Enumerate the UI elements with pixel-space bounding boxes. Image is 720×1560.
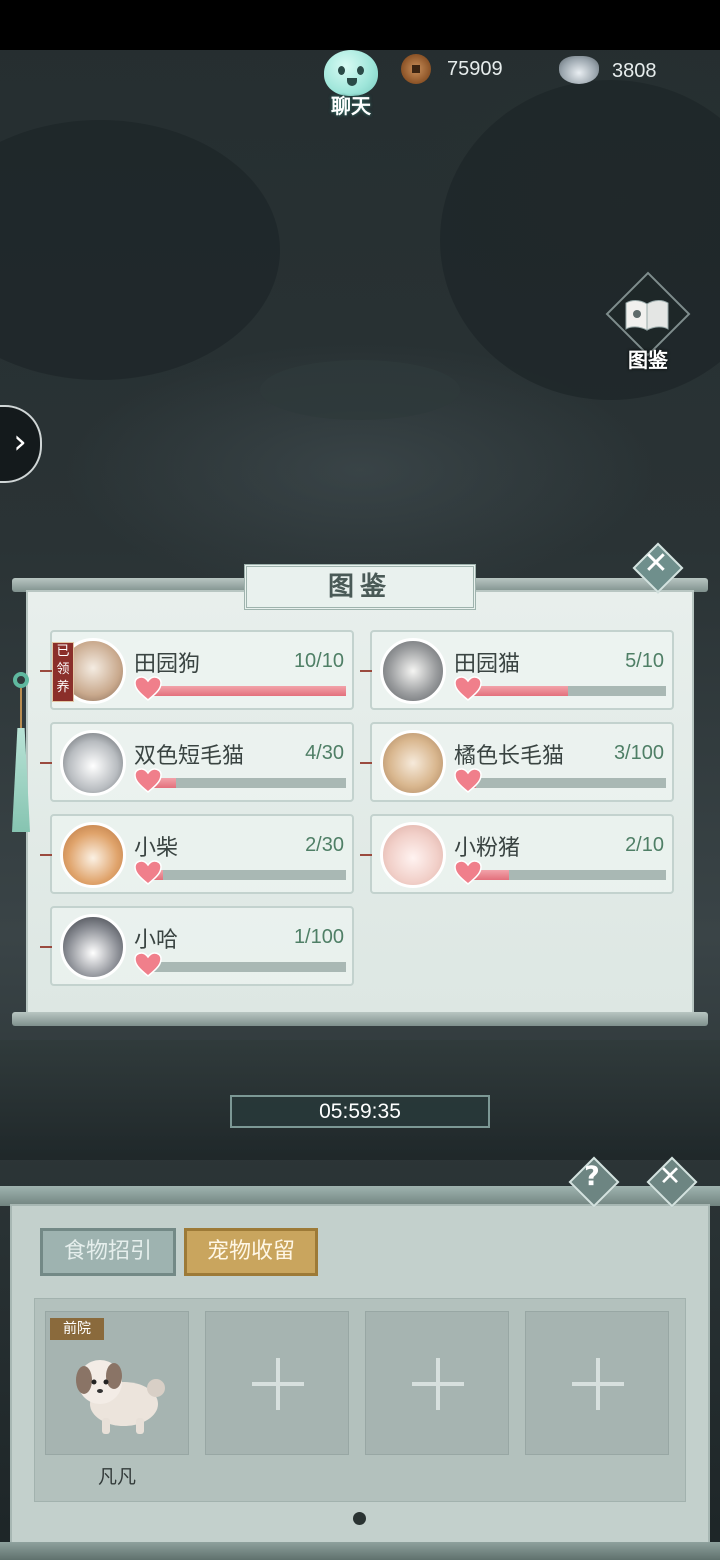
pet-count: 4/30 bbox=[305, 742, 344, 764]
empty-pet-slot[interactable] bbox=[525, 1311, 669, 1455]
bicolor-cat-avatar bbox=[60, 730, 126, 796]
pet-name: 双色短毛猫 bbox=[134, 744, 245, 769]
close-icon: ✕ bbox=[643, 546, 669, 581]
pet-name: 小粉猪 bbox=[454, 836, 521, 861]
pet-count: 2/30 bbox=[305, 834, 344, 856]
pet-card-pink-pig[interactable]: 小粉猪 2/10 bbox=[360, 814, 674, 894]
pet-count: 2/10 bbox=[625, 834, 664, 856]
orange-cat-avatar bbox=[380, 730, 446, 796]
husky-avatar bbox=[60, 914, 126, 980]
field-cat-avatar bbox=[380, 638, 446, 704]
heart-icon bbox=[134, 860, 162, 885]
silver-ingot-icon bbox=[559, 56, 599, 84]
tab-pet-shelter[interactable]: 宠物收留 bbox=[184, 1228, 318, 1276]
empty-pet-slot[interactable] bbox=[205, 1311, 349, 1455]
adopted-badge: 已领养 bbox=[52, 642, 74, 702]
chevron-right-icon: › bbox=[13, 422, 27, 462]
atlas-label: 图鉴 bbox=[628, 348, 668, 372]
affection-bar bbox=[150, 686, 346, 696]
heart-icon bbox=[454, 676, 482, 701]
shiba-avatar bbox=[60, 822, 126, 888]
pet-card-shiba[interactable]: 小柴 2/30 bbox=[40, 814, 354, 894]
heart-icon bbox=[134, 676, 162, 701]
affection-bar bbox=[150, 870, 346, 880]
affection-bar bbox=[470, 778, 666, 788]
close-collection-button[interactable]: ✕ bbox=[632, 542, 684, 594]
puppy-image bbox=[76, 1360, 165, 1434]
close-icon: ✕ bbox=[658, 1161, 682, 1192]
chat-label: 聊天 bbox=[331, 94, 371, 118]
pet-card-husky[interactable]: 小哈 1/100 bbox=[40, 906, 354, 986]
empty-pet-slot[interactable] bbox=[365, 1311, 509, 1455]
book-icon bbox=[625, 300, 669, 331]
heart-icon bbox=[454, 768, 482, 793]
affection-bar bbox=[150, 778, 346, 788]
pet-name: 田园狗 bbox=[134, 652, 201, 677]
coin-count: 75909 bbox=[447, 58, 503, 80]
close-pet-panel-button[interactable]: ✕ bbox=[646, 1156, 698, 1208]
question-icon: ? bbox=[584, 1161, 600, 1192]
chat-button[interactable]: 聊天 bbox=[318, 50, 384, 120]
status-bar bbox=[0, 0, 720, 50]
pet-name: 橘色长毛猫 bbox=[454, 744, 565, 769]
affection-bar bbox=[470, 870, 666, 880]
pet-name-label: 凡凡 bbox=[97, 1466, 136, 1488]
page-indicator-dot bbox=[353, 1512, 366, 1525]
pet-card-field-dog[interactable]: 已领养 田园狗 10/10 bbox=[40, 630, 354, 710]
heart-icon bbox=[134, 952, 162, 977]
collection-panel: 图鉴 ✕ 已领养 田园狗 10/10 田园猫 5/10 双色短毛猫 4/30 橘… bbox=[12, 542, 708, 1026]
pet-card-bicolor-cat[interactable]: 双色短毛猫 4/30 bbox=[40, 722, 354, 802]
atlas-button[interactable]: 图鉴 bbox=[605, 271, 691, 374]
pet-count: 3/100 bbox=[613, 742, 664, 764]
pet-card-orange-cat[interactable]: 橘色长毛猫 3/100 bbox=[360, 722, 674, 802]
pink-pig-avatar bbox=[380, 822, 446, 888]
scroll-rod-bottom bbox=[12, 1012, 708, 1026]
affection-bar bbox=[470, 686, 666, 696]
affection-bar bbox=[150, 962, 346, 972]
heart-icon bbox=[454, 860, 482, 885]
tab-food-lure[interactable]: 食物招引 bbox=[40, 1228, 176, 1276]
location-tag: 前院 bbox=[50, 1318, 104, 1340]
jade-tassel-decoration bbox=[12, 672, 40, 842]
pet-slot-occupied[interactable]: 前院 bbox=[45, 1311, 189, 1455]
countdown-timer: 05:59:35 bbox=[230, 1095, 490, 1128]
pet-card-field-cat[interactable]: 田园猫 5/10 bbox=[360, 630, 674, 710]
heart-icon bbox=[134, 768, 162, 793]
silver-count: 3808 bbox=[612, 60, 657, 82]
help-button[interactable]: ? bbox=[568, 1156, 620, 1208]
pet-count: 5/10 bbox=[625, 650, 664, 672]
pet-count: 10/10 bbox=[293, 650, 344, 672]
collection-title: 图鉴 bbox=[244, 564, 476, 610]
pet-name: 田园猫 bbox=[454, 652, 521, 677]
pet-count: 1/100 bbox=[293, 926, 344, 948]
copper-coin-icon bbox=[401, 54, 431, 84]
pet-name: 小柴 bbox=[134, 836, 179, 861]
pet-name: 小哈 bbox=[134, 928, 179, 953]
